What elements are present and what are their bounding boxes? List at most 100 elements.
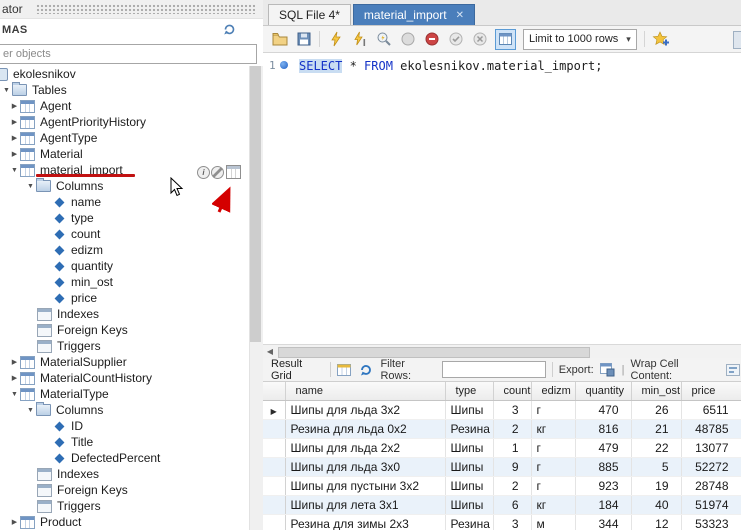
tree-item-table-agentpriorityhistory[interactable]: AgentPriorityHistory <box>0 114 248 130</box>
tree-item-column-quantity[interactable]: quantity <box>0 258 248 274</box>
tree-item-column-edizm[interactable]: edizm <box>0 242 248 258</box>
filter-rows-input[interactable] <box>442 361 546 378</box>
row-selector[interactable] <box>263 401 285 420</box>
tree-item-table-materialtype[interactable]: MaterialType <box>0 386 248 402</box>
table-row[interactable]: Шипы для льда 3x2Шипы3г470266511 <box>263 401 741 420</box>
clipped-toolbar-icon[interactable] <box>733 31 741 49</box>
row-selector[interactable] <box>263 458 285 477</box>
cell-quantity[interactable]: 344 <box>575 515 631 530</box>
tab-material-import[interactable]: material_import <box>353 4 475 25</box>
tree-item-triggers[interactable]: Triggers <box>0 338 248 354</box>
cell-type[interactable]: Шипы <box>445 401 493 420</box>
tree-item-columns-folder[interactable]: Columns <box>0 178 248 194</box>
column-header-name[interactable]: name <box>285 382 445 401</box>
cell-edizm[interactable]: г <box>531 477 575 496</box>
tree-item-table-materialcounthistory[interactable]: MaterialCountHistory <box>0 370 248 386</box>
tree-item-table-material[interactable]: Material <box>0 146 248 162</box>
expand-arrow-icon[interactable] <box>9 102 20 110</box>
panel-grip-texture[interactable] <box>36 4 255 14</box>
tree-item-table-agenttype[interactable]: AgentType <box>0 130 248 146</box>
close-tab-icon[interactable] <box>456 10 464 21</box>
cell-price[interactable]: 48785 <box>681 420 741 439</box>
column-header-price[interactable]: price <box>681 382 741 401</box>
filter-objects-input[interactable] <box>0 44 257 64</box>
row-selector[interactable] <box>263 515 285 530</box>
cell-quantity[interactable]: 470 <box>575 401 631 420</box>
execute-current-icon[interactable] <box>351 31 368 48</box>
cell-name[interactable]: Шипы для льда 2x2 <box>285 439 445 458</box>
refresh-grid-icon[interactable] <box>358 362 374 377</box>
cell-count[interactable]: 2 <box>493 477 531 496</box>
wrap-content-icon[interactable] <box>725 362 741 377</box>
tree-item-foreign-keys[interactable]: Foreign Keys <box>0 322 248 338</box>
tree-item-schema-ekolesnikov[interactable]: ekolesnikov <box>0 66 248 82</box>
toggle-limit-icon[interactable] <box>495 29 516 50</box>
scroll-left-icon[interactable] <box>263 345 277 358</box>
cell-min-ost[interactable]: 22 <box>631 439 681 458</box>
row-selector[interactable] <box>263 496 285 515</box>
cell-type[interactable]: Шипы <box>445 458 493 477</box>
table-row[interactable]: Шипы для льда 2x2Шипы1г4792213077 <box>263 439 741 458</box>
cell-type[interactable]: Шипы <box>445 477 493 496</box>
cell-min-ost[interactable]: 19 <box>631 477 681 496</box>
tree-item-column-type[interactable]: type <box>0 210 248 226</box>
collapse-arrow-icon[interactable] <box>9 167 20 174</box>
cell-edizm[interactable]: м <box>531 515 575 530</box>
cell-quantity[interactable]: 885 <box>575 458 631 477</box>
cell-price[interactable]: 51974 <box>681 496 741 515</box>
cell-min-ost[interactable]: 40 <box>631 496 681 515</box>
navigator-scrollbar-thumb[interactable] <box>250 66 261 342</box>
save-icon[interactable] <box>295 31 312 48</box>
cell-count[interactable]: 9 <box>493 458 531 477</box>
tab-sql-file-4[interactable]: SQL File 4* <box>268 4 351 25</box>
expand-arrow-icon[interactable] <box>9 134 20 142</box>
cell-type[interactable]: Резина <box>445 420 493 439</box>
cell-type[interactable]: Шипы <box>445 496 493 515</box>
cell-price[interactable]: 53323 <box>681 515 741 530</box>
stop-on-error-icon[interactable] <box>423 31 440 48</box>
execute-icon[interactable] <box>327 31 344 48</box>
cell-type[interactable]: Шипы <box>445 439 493 458</box>
sql-code-editor[interactable]: 1 SELECT * FROM ekolesnikov.material_imp… <box>263 53 741 344</box>
tree-item-indexes[interactable]: Indexes <box>0 306 248 322</box>
cell-name[interactable]: Шипы для льда 3x0 <box>285 458 445 477</box>
cell-edizm[interactable]: г <box>531 458 575 477</box>
cell-min-ost[interactable]: 12 <box>631 515 681 530</box>
tree-item-column-defectedpercent[interactable]: DefectedPercent <box>0 450 248 466</box>
tree-item-column-title[interactable]: Title <box>0 434 248 450</box>
cell-name[interactable]: Резина для льда 0x2 <box>285 420 445 439</box>
tree-item-indexes[interactable]: Indexes <box>0 466 248 482</box>
limit-rows-dropdown[interactable]: Limit to 1000 rows <box>523 29 637 50</box>
table-data-icon[interactable] <box>226 165 241 179</box>
cell-min-ost[interactable]: 21 <box>631 420 681 439</box>
expand-arrow-icon[interactable] <box>9 118 20 126</box>
cell-edizm[interactable]: кг <box>531 420 575 439</box>
editor-horizontal-scrollbar[interactable] <box>263 344 741 358</box>
rollback-icon[interactable] <box>471 31 488 48</box>
tree-item-column-id[interactable]: ID <box>0 418 248 434</box>
column-header-count[interactable]: count <box>493 382 531 401</box>
row-selector-header[interactable] <box>263 382 285 401</box>
cell-name[interactable]: Резина для зимы 2x3 <box>285 515 445 530</box>
tree-item-tables-folder[interactable]: Tables <box>0 82 248 98</box>
table-row[interactable]: Резина для льда 0x2Резина2кг8162148785 <box>263 420 741 439</box>
export-icon[interactable] <box>600 362 616 377</box>
collapse-arrow-icon[interactable] <box>1 87 12 94</box>
cell-price[interactable]: 6511 <box>681 401 741 420</box>
row-selector[interactable] <box>263 477 285 496</box>
table-row[interactable]: Шипы для льда 3x0Шипы9г885552272 <box>263 458 741 477</box>
collapse-arrow-icon[interactable] <box>9 391 20 398</box>
cell-type[interactable]: Резина <box>445 515 493 530</box>
tree-item-column-price[interactable]: price <box>0 290 248 306</box>
cell-quantity[interactable]: 184 <box>575 496 631 515</box>
collapse-arrow-icon[interactable] <box>25 407 36 414</box>
table-info-icon[interactable] <box>197 166 210 179</box>
column-header-type[interactable]: type <box>445 382 493 401</box>
cell-count[interactable]: 2 <box>493 420 531 439</box>
open-file-icon[interactable] <box>271 31 288 48</box>
row-selector[interactable] <box>263 420 285 439</box>
cell-edizm[interactable]: кг <box>531 496 575 515</box>
expand-arrow-icon[interactable] <box>9 150 20 158</box>
cell-price[interactable]: 28748 <box>681 477 741 496</box>
cell-edizm[interactable]: г <box>531 439 575 458</box>
